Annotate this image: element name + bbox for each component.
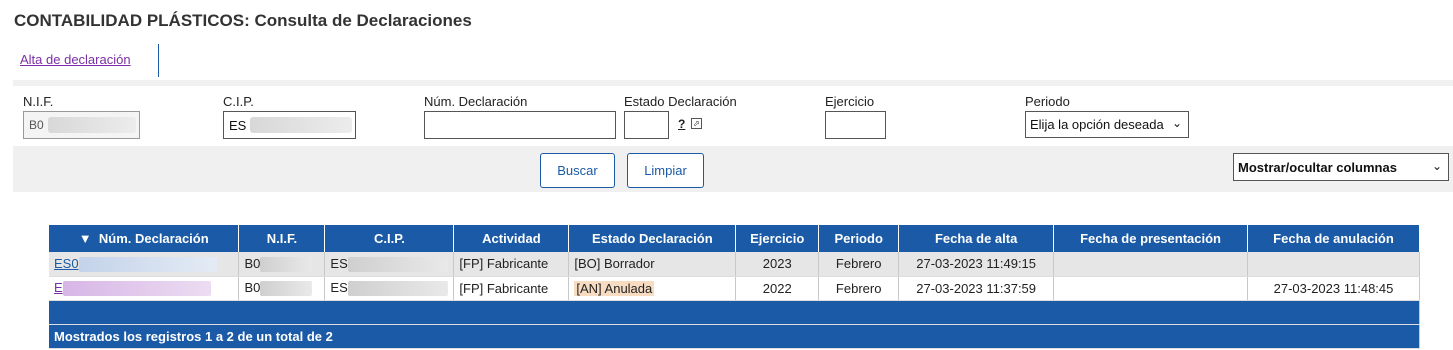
cell-fecha-anulacion: 27-03-2023 11:48:45 bbox=[1247, 276, 1420, 301]
col-fecha-anulacion[interactable]: Fecha de anulación bbox=[1247, 225, 1420, 252]
nif-field[interactable]: B0 bbox=[23, 111, 140, 139]
table-spacer bbox=[49, 300, 1420, 325]
declaration-link[interactable]: ES0 bbox=[54, 256, 79, 271]
col-periodo[interactable]: Periodo bbox=[818, 225, 900, 252]
col-fecha-alta[interactable]: Fecha de alta bbox=[898, 225, 1055, 252]
cell-periodo: Febrero bbox=[818, 252, 900, 277]
redaction bbox=[347, 281, 448, 297]
cip-label: C.I.P. bbox=[223, 94, 254, 109]
columns-toggle-select[interactable]: Mostrar/ocultar columnas ⌄ bbox=[1233, 153, 1449, 181]
redaction bbox=[78, 256, 217, 272]
declarations-table: ▼ Núm. Declaración N.I.F. C.I.P. Activid… bbox=[49, 225, 1420, 349]
alta-declaracion-link[interactable]: Alta de declaración bbox=[20, 52, 131, 67]
cip-field[interactable]: ES bbox=[223, 111, 356, 139]
search-button[interactable]: Buscar bbox=[540, 153, 615, 188]
redaction bbox=[62, 281, 211, 297]
chevron-down-icon: ⌄ bbox=[1431, 159, 1442, 173]
records-summary: Mostrados los registros 1 a 2 de un tota… bbox=[49, 324, 1420, 349]
cell-fecha-presentacion bbox=[1053, 252, 1248, 277]
cell-nif: B0 bbox=[238, 252, 326, 277]
columns-toggle-label: Mostrar/ocultar columnas bbox=[1238, 160, 1397, 175]
page-title: CONTABILIDAD PLÁSTICOS: Consulta de Decl… bbox=[14, 11, 472, 30]
cell-actividad: [FP] Fabricante bbox=[453, 276, 570, 301]
cell-estado: [BO] Borrador bbox=[568, 252, 737, 277]
col-num-declaracion[interactable]: ▼ Núm. Declaración bbox=[49, 225, 240, 252]
col-fecha-presentacion[interactable]: Fecha de presentación bbox=[1053, 225, 1248, 252]
cell-estado: [AN] Anulada bbox=[568, 276, 737, 301]
cell-num-declaracion[interactable]: E bbox=[49, 276, 240, 301]
col-ejercicio[interactable]: Ejercicio bbox=[735, 225, 820, 252]
estado-help-link[interactable]: ? bbox=[678, 117, 685, 131]
periodo-selected: Elija la opción deseada bbox=[1030, 117, 1164, 132]
num-declaracion-label: Núm. Declaración bbox=[424, 94, 528, 109]
estado-label: Estado Declaración bbox=[624, 94, 737, 109]
periodo-label: Periodo bbox=[1025, 94, 1070, 109]
nif-value: B0 bbox=[29, 118, 44, 132]
external-link-icon[interactable]: ⬀ bbox=[691, 118, 702, 129]
table-header-row: ▼ Núm. Declaración N.I.F. C.I.P. Activid… bbox=[49, 225, 1420, 252]
num-declaracion-input[interactable] bbox=[424, 111, 616, 139]
ejercicio-input[interactable] bbox=[825, 111, 886, 139]
cell-num-declaracion[interactable]: ES0 bbox=[49, 252, 240, 277]
cell-cip: ES bbox=[324, 276, 455, 301]
tab-divider bbox=[158, 44, 159, 77]
cip-redaction bbox=[250, 117, 352, 133]
cip-value: ES bbox=[229, 118, 247, 133]
table-footer: Mostrados los registros 1 a 2 de un tota… bbox=[49, 324, 1420, 349]
cell-periodo: Febrero bbox=[818, 276, 900, 301]
cell-fecha-alta: 27-03-2023 11:37:59 bbox=[898, 276, 1055, 301]
cell-cip: ES bbox=[324, 252, 455, 277]
col-estado[interactable]: Estado Declaración bbox=[568, 225, 737, 252]
ejercicio-label: Ejercicio bbox=[825, 94, 875, 109]
redaction bbox=[347, 256, 448, 272]
cell-fecha-anulacion bbox=[1247, 252, 1420, 277]
col-nif[interactable]: N.I.F. bbox=[238, 225, 326, 252]
sort-desc-icon: ▼ bbox=[78, 231, 92, 246]
cell-ejercicio: 2022 bbox=[735, 276, 820, 301]
chevron-down-icon: ⌄ bbox=[1171, 116, 1182, 130]
redaction bbox=[260, 256, 313, 272]
col-actividad[interactable]: Actividad bbox=[453, 225, 570, 252]
cell-fecha-presentacion bbox=[1053, 276, 1248, 301]
nif-redaction bbox=[48, 117, 136, 133]
cell-ejercicio: 2023 bbox=[735, 252, 820, 277]
col-cip[interactable]: C.I.P. bbox=[324, 225, 455, 252]
status-badge: [AN] Anulada bbox=[574, 280, 655, 296]
clear-button[interactable]: Limpiar bbox=[627, 153, 704, 188]
nif-label: N.I.F. bbox=[23, 94, 54, 109]
cell-actividad: [FP] Fabricante bbox=[453, 252, 570, 277]
redaction bbox=[260, 281, 313, 297]
filter-top-band bbox=[13, 80, 1453, 86]
cell-nif: B0 bbox=[238, 276, 326, 301]
declaration-link[interactable]: E bbox=[54, 280, 63, 295]
periodo-select[interactable]: Elija la opción deseada ⌄ bbox=[1025, 111, 1189, 138]
cell-fecha-alta: 27-03-2023 11:49:15 bbox=[898, 252, 1055, 277]
estado-input[interactable] bbox=[624, 111, 669, 139]
table-row: ES0 B0 ES [FP] Fabricante [BO] Borrador … bbox=[49, 252, 1420, 277]
table-row: E B0 ES [FP] Fabricante [AN] Anulada 202… bbox=[49, 276, 1420, 301]
